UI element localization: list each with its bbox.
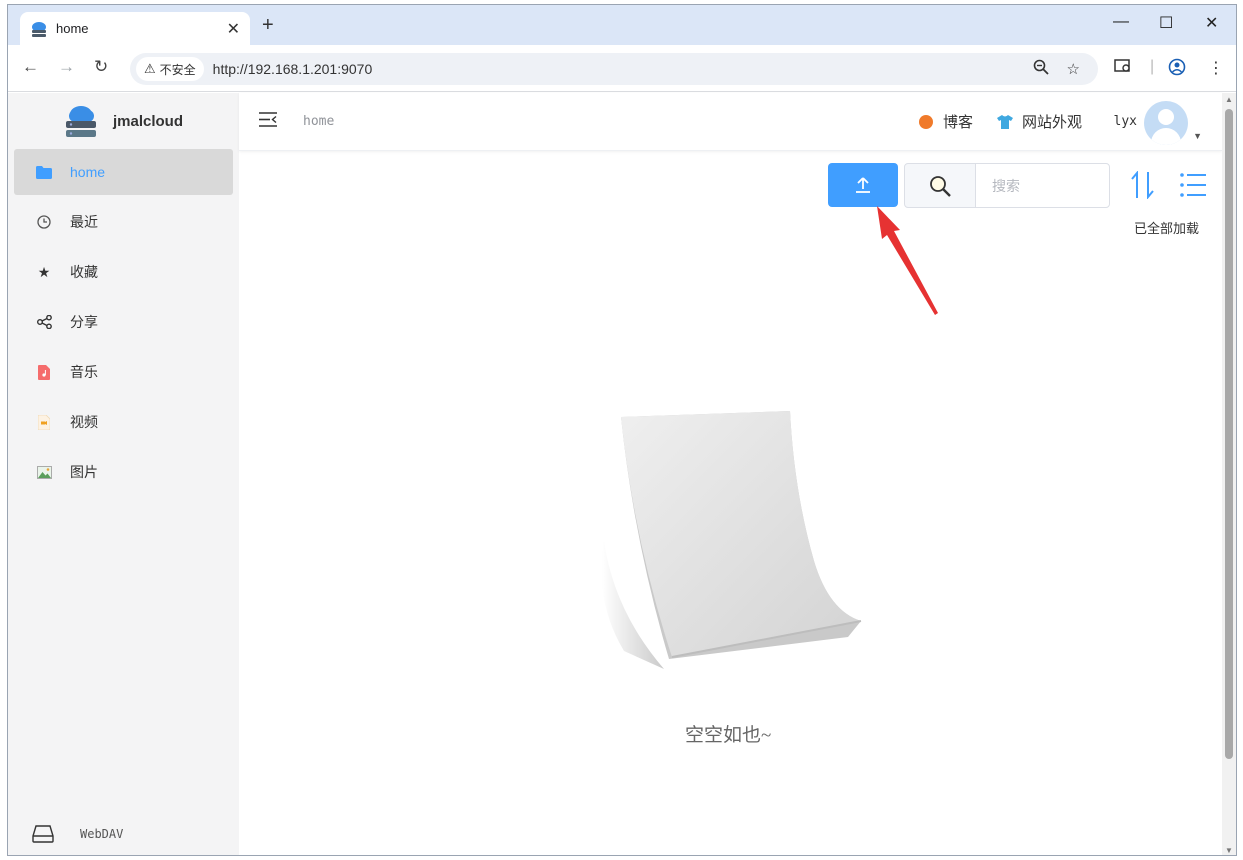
browser-window: home ✕ + — ☐ ✕ ← → ↻ ⚠ 不安全 http://192.16… bbox=[7, 4, 1237, 856]
new-tab-button[interactable]: + bbox=[262, 14, 274, 37]
tab-search-icon[interactable] bbox=[1114, 58, 1132, 79]
tab-close-icon[interactable]: ✕ bbox=[227, 19, 240, 39]
list-view-icon[interactable] bbox=[1180, 173, 1206, 197]
sidebar-item-label: 图片 bbox=[70, 464, 98, 480]
sidebar-item-images[interactable]: 图片 bbox=[14, 449, 233, 495]
breadcrumb[interactable]: home bbox=[303, 114, 334, 129]
sidebar-item-share[interactable]: 分享 bbox=[14, 299, 233, 345]
avatar-head bbox=[1158, 109, 1174, 125]
address-bar[interactable]: ⚠ 不安全 http://192.168.1.201:9070 ☆ bbox=[130, 53, 1098, 85]
sidebar-item-label: 分享 bbox=[70, 314, 98, 330]
minimize-button[interactable]: — bbox=[1113, 13, 1129, 31]
blog-link[interactable]: 博客 bbox=[919, 111, 973, 132]
empty-state-text: 空空如也~ bbox=[685, 725, 772, 746]
browser-toolbar: ← → ↻ ⚠ 不安全 http://192.168.1.201:9070 ☆ … bbox=[8, 45, 1236, 92]
maximize-button[interactable]: ☐ bbox=[1159, 13, 1173, 33]
webdav-link[interactable]: WebDAV bbox=[8, 825, 123, 843]
scroll-up-icon[interactable]: ▲ bbox=[1225, 95, 1233, 104]
reload-icon[interactable]: ↻ bbox=[94, 57, 108, 77]
bookmark-star-icon[interactable]: ☆ bbox=[1067, 60, 1080, 78]
avatar[interactable] bbox=[1144, 101, 1188, 145]
blogger-icon bbox=[919, 114, 933, 129]
empty-paper-icon bbox=[601, 411, 862, 669]
star-icon: ★ bbox=[37, 263, 51, 280]
sidebar-item-label: 视频 bbox=[70, 414, 98, 430]
sort-icon[interactable] bbox=[1130, 171, 1156, 199]
sidebar-item-favorites[interactable]: ★ 收藏 bbox=[14, 249, 233, 295]
music-file-icon bbox=[36, 364, 52, 380]
tshirt-icon bbox=[997, 114, 1013, 129]
search-button[interactable] bbox=[904, 163, 976, 208]
appearance-link[interactable]: 网站外观 bbox=[997, 111, 1082, 132]
blog-link-label: 博客 bbox=[943, 114, 974, 131]
close-window-button[interactable]: ✕ bbox=[1205, 13, 1218, 33]
sidebar-item-label: 音乐 bbox=[70, 364, 98, 380]
sidebar-item-music[interactable]: 音乐 bbox=[14, 349, 233, 395]
back-icon[interactable]: ← bbox=[22, 57, 39, 77]
search-icon bbox=[930, 175, 951, 197]
sidebar-item-recent[interactable]: 最近 bbox=[14, 199, 233, 245]
forward-icon[interactable]: → bbox=[58, 57, 75, 77]
caret-down-icon[interactable]: ▼ bbox=[1193, 131, 1202, 141]
collapse-menu-icon[interactable] bbox=[259, 111, 277, 132]
sidebar-item-home[interactable]: home bbox=[14, 149, 233, 195]
tab-strip: home ✕ + — ☐ ✕ bbox=[8, 5, 1236, 45]
sidebar-item-video[interactable]: 视频 bbox=[14, 399, 233, 445]
scroll-down-icon[interactable]: ▼ bbox=[1225, 846, 1233, 855]
upload-icon bbox=[856, 177, 870, 193]
tab-title: home bbox=[56, 21, 89, 36]
menu-kebab-icon[interactable]: ⋮ bbox=[1208, 58, 1224, 78]
profile-icon[interactable] bbox=[1168, 58, 1186, 81]
sidebar-item-label: home bbox=[70, 164, 106, 180]
page-content: jmalcloud home 最近 ★ 收藏 分享 音乐 视频 图片 WebDA… bbox=[8, 93, 1222, 855]
sidebar-item-label: 收藏 bbox=[70, 264, 98, 280]
cloud-favicon-icon bbox=[32, 21, 46, 37]
brand-name: jmalcloud bbox=[113, 112, 184, 130]
scroll-thumb[interactable] bbox=[1225, 109, 1233, 759]
sidebar: jmalcloud home 最近 ★ 收藏 分享 音乐 视频 图片 WebDA… bbox=[8, 93, 239, 855]
sidebar-item-label: 最近 bbox=[70, 214, 98, 230]
scrollbar[interactable]: ▲ ▼ bbox=[1222, 93, 1236, 855]
url-text[interactable]: http://192.168.1.201:9070 bbox=[213, 61, 1033, 77]
upload-button[interactable] bbox=[828, 163, 898, 207]
webdav-label: WebDAV bbox=[80, 827, 124, 841]
loaded-status: 已全部加载 bbox=[1134, 221, 1200, 236]
username[interactable]: lyx bbox=[1114, 114, 1137, 129]
browser-tab[interactable]: home ✕ bbox=[20, 12, 250, 45]
clock-icon bbox=[36, 214, 52, 230]
folder-icon bbox=[36, 164, 52, 180]
zoom-icon[interactable] bbox=[1033, 59, 1049, 79]
image-file-icon bbox=[36, 464, 52, 480]
avatar-body bbox=[1151, 128, 1181, 145]
annotation-arrow-icon bbox=[877, 206, 938, 315]
drive-icon bbox=[32, 825, 54, 843]
video-file-icon bbox=[36, 414, 52, 430]
brand[interactable]: jmalcloud bbox=[8, 93, 239, 149]
page-header: home 博客 网站外观 lyx ▼ bbox=[239, 93, 1222, 151]
security-label: 不安全 bbox=[159, 62, 196, 77]
share-icon bbox=[36, 314, 52, 330]
jmalcloud-logo-icon bbox=[66, 106, 96, 137]
main-panel: home 博客 网站外观 lyx ▼ 搜索 已全部加载 空空如也~ bbox=[239, 93, 1222, 855]
toolbar-divider: | bbox=[1150, 58, 1155, 75]
appearance-link-label: 网站外观 bbox=[1022, 114, 1083, 131]
warning-icon: ⚠ bbox=[144, 61, 156, 76]
security-chip[interactable]: ⚠ 不安全 bbox=[136, 57, 204, 81]
search-input[interactable] bbox=[975, 163, 1110, 208]
